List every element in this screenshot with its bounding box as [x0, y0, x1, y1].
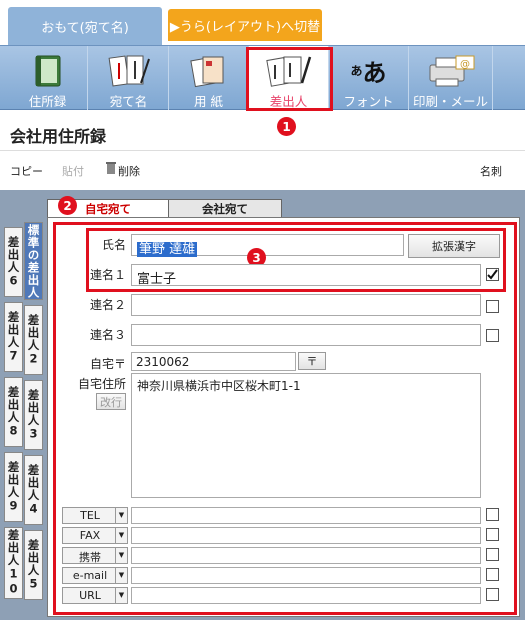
email-checkbox[interactable] [486, 568, 499, 581]
extended-kanji-button[interactable]: 拡張漢字 [408, 234, 500, 258]
font-icon-large: あ [362, 59, 387, 87]
mobile-checkbox[interactable] [486, 548, 499, 561]
toolbar-label: 住所録 [28, 94, 67, 109]
contact-type-email[interactable]: e-mail ▼ [62, 567, 128, 584]
tab-company-address[interactable]: 会社宛て [168, 199, 282, 217]
copy-button[interactable]: コピー [10, 163, 43, 179]
font-icon-small: あ [350, 64, 363, 78]
page-title: 会社用住所録 [10, 127, 107, 146]
postal-label: 自宅〒 [89, 357, 126, 371]
paper-icon [187, 50, 231, 91]
name-label: 氏名 [101, 238, 126, 252]
contact-type-label: TEL [80, 509, 100, 522]
chevron-down-icon: ▼ [115, 528, 127, 543]
tab-front[interactable]: おもて(宛て名) [8, 7, 162, 45]
joint3-label: 連名３ [89, 328, 126, 342]
joint3-input[interactable] [131, 324, 481, 346]
chevron-down-icon: ▼ [115, 588, 127, 603]
joint3-checkbox[interactable] [486, 329, 499, 342]
toolbar-print-mail[interactable]: @ 印刷・メール [409, 46, 493, 110]
side-tab-default[interactable]: 標準の差出人 [24, 222, 43, 300]
mobile-input[interactable] [131, 547, 481, 564]
chevron-down-icon: ▼ [115, 548, 127, 563]
toolbar-label: フォント [343, 94, 394, 109]
email-input[interactable] [131, 567, 481, 584]
svg-text:@: @ [460, 59, 470, 70]
fax-input[interactable] [131, 527, 481, 544]
name-value: 筆野 達雄 [137, 242, 198, 257]
joint1-checkbox[interactable] [486, 268, 499, 281]
business-card-button[interactable]: 名刺 [480, 163, 502, 179]
address-book-icon [31, 50, 65, 91]
fax-checkbox[interactable] [486, 528, 499, 541]
toolbar-address-book[interactable]: 住所録 [8, 46, 88, 110]
side-tab-sender5[interactable]: 差出人5 [24, 530, 43, 600]
side-tab-sender7[interactable]: 差出人7 [4, 302, 23, 372]
marker-1: 1 [277, 117, 296, 136]
url-input[interactable] [131, 587, 481, 604]
tab-back-switch[interactable]: ▶うら(レイアウト)へ切替 [168, 9, 322, 41]
joint1-label: 連名１ [89, 268, 126, 282]
address-textarea[interactable]: 神奈川県横浜市中区桜木町1-1 [131, 373, 481, 498]
contact-type-label: FAX [79, 529, 101, 542]
font-icon: ああ [350, 50, 386, 91]
toolbar-label: 宛て名 [109, 94, 148, 109]
tel-input[interactable] [131, 507, 481, 524]
contact-type-label: e-mail [72, 569, 108, 582]
contact-type-fax[interactable]: FAX ▼ [62, 527, 128, 544]
side-tab-sender3[interactable]: 差出人3 [24, 380, 43, 450]
postal-lookup-button[interactable]: 〒 [298, 352, 326, 370]
contact-type-tel[interactable]: TEL ▼ [62, 507, 128, 524]
contact-type-url[interactable]: URL ▼ [62, 587, 128, 604]
chevron-down-icon: ▼ [115, 568, 127, 583]
contact-type-label: URL [79, 589, 101, 602]
highlight-sender-box [246, 47, 333, 111]
side-tab-sender4[interactable]: 差出人4 [24, 455, 43, 525]
name-input[interactable]: 筆野 達雄 [131, 234, 404, 257]
joint2-input[interactable] [131, 294, 481, 316]
side-tab-sender9[interactable]: 差出人9 [4, 452, 23, 522]
toolbar-label: 印刷・メール [412, 94, 488, 109]
joint1-input[interactable]: 富士子 [131, 264, 481, 287]
addressee-icon [107, 50, 151, 91]
chevron-down-icon: ▼ [115, 508, 127, 523]
joint2-label: 連名２ [89, 298, 126, 312]
toolbar-label: 用 紙 [194, 94, 223, 109]
delete-button[interactable]: 削除 [118, 163, 140, 179]
contact-type-mobile[interactable]: 携帯 ▼ [62, 547, 128, 564]
side-tab-sender10[interactable]: 差出人10 [4, 527, 23, 599]
contact-type-label: 携帯 [79, 551, 101, 564]
url-checkbox[interactable] [486, 588, 499, 601]
tel-checkbox[interactable] [486, 508, 499, 521]
toolbar-addressee[interactable]: 宛て名 [89, 46, 169, 110]
toolbar-paper[interactable]: 用 紙 [169, 46, 249, 110]
side-tab-sender2[interactable]: 差出人2 [24, 305, 43, 375]
address-label: 自宅住所 [77, 377, 126, 391]
print-mail-icon: @ [426, 50, 476, 91]
trash-icon [106, 162, 116, 177]
paste-button[interactable]: 貼付 [62, 163, 84, 179]
toolbar-font[interactable]: ああ フォント [329, 46, 409, 110]
postal-input[interactable]: 2310062 [131, 352, 296, 371]
side-tab-sender8[interactable]: 差出人8 [4, 377, 23, 447]
side-tab-sender6[interactable]: 差出人6 [4, 227, 23, 297]
joint2-checkbox[interactable] [486, 300, 499, 313]
newline-button[interactable]: 改行 [96, 393, 126, 410]
marker-2: 2 [58, 196, 77, 215]
